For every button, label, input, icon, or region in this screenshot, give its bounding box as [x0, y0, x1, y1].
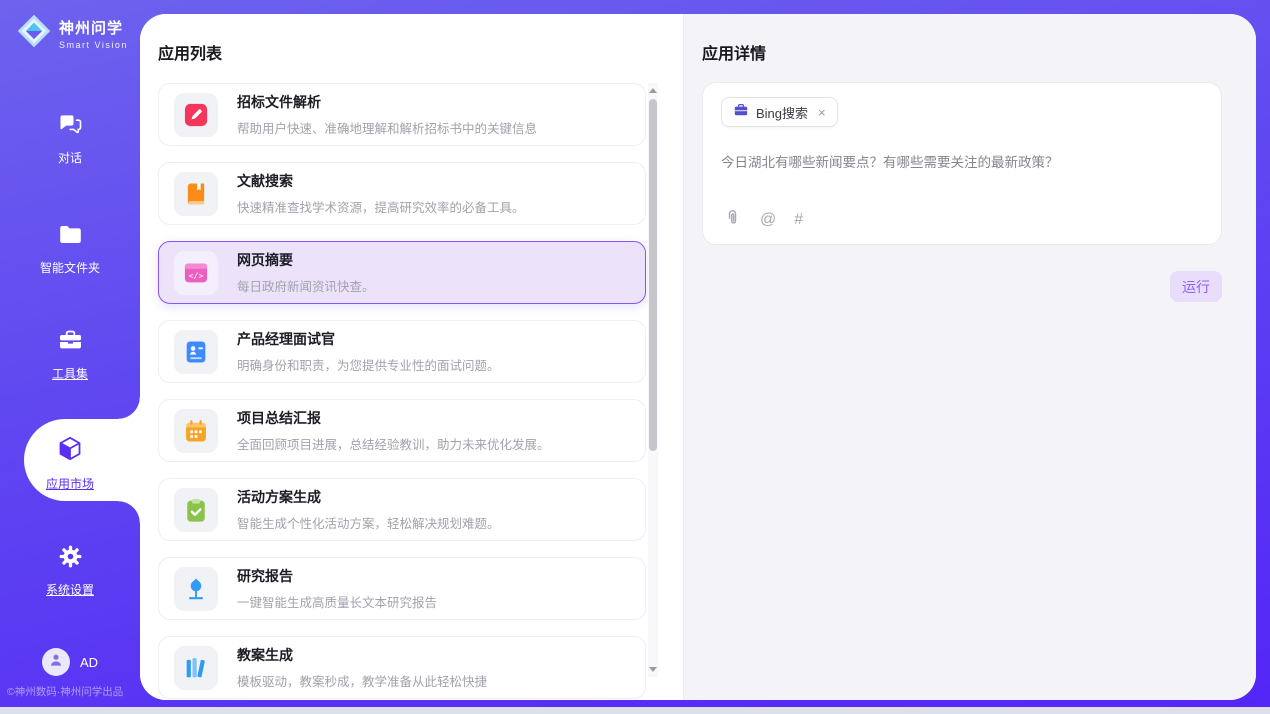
app-item-description: 全面回顾项目进展，总结经验教训，助力未来优化发展。 [237, 434, 550, 453]
prompt-card: Bing搜索 × 今日湖北有哪些新闻要点？有哪些需要关注的最新政策？ @ # [702, 82, 1222, 245]
app-list-item[interactable]: 项目总结汇报 全面回顾项目进展，总结经验教训，助力未来优化发展。 [158, 399, 646, 462]
cube-icon [55, 451, 85, 468]
user-account[interactable]: AD [0, 648, 140, 676]
sidebar-item-label: 对话 [0, 149, 140, 166]
app-list: 招标文件解析 帮助用户快速、准确地理解和解析招标书中的关键信息 文献搜索 [158, 83, 646, 700]
app-item-title: 网页摘要 [237, 250, 375, 270]
list-scrollbar[interactable] [648, 83, 658, 677]
app-item-title: 招标文件解析 [237, 92, 537, 112]
folder-icon [57, 235, 84, 252]
scroll-up-arrow-icon[interactable] [649, 88, 657, 93]
svg-text:</>: </> [189, 270, 204, 280]
toolbox-icon [57, 341, 84, 358]
app-list-item[interactable]: 研究报告 一键智能生成高质量长文本研究报告 [158, 557, 646, 620]
person-icon [48, 652, 64, 673]
copyright-footer: ©神州数码·神州问学出品 [0, 684, 150, 699]
sidebar-item-smart-folder[interactable]: 智能文件夹 [0, 221, 140, 276]
app-list-panel: 应用列表 招标文件解析 帮助用户快速、准确地理解和解析招标书中的关键信息 [140, 14, 683, 700]
brand-logo: 神州问学 Smart Vision [16, 13, 128, 54]
app-item-title: 活动方案生成 [237, 487, 500, 507]
book-icon [174, 172, 218, 216]
app-item-description: 明确身份和职责，为您提供专业性的面试问题。 [237, 355, 500, 374]
tool-tag-label: Bing搜索 [756, 103, 808, 122]
main-content: 应用列表 招标文件解析 帮助用户快速、准确地理解和解析招标书中的关键信息 [140, 14, 1256, 700]
app-item-title: 项目总结汇报 [237, 408, 550, 428]
clipboard-check-icon [174, 488, 218, 532]
app-list-item[interactable]: 活动方案生成 智能生成个性化活动方案，轻松解决规划难题。 [158, 478, 646, 541]
sidebar-item-toolset[interactable]: 工具集 [0, 327, 140, 382]
hash-icon[interactable]: # [794, 211, 803, 229]
sidebar: 神州问学 Smart Vision 对话 智能文件夹 [0, 0, 140, 707]
sidebar-item-system-settings[interactable]: 系统设置 [0, 543, 140, 598]
app-item-title: 研究报告 [237, 566, 437, 586]
gear-icon [57, 557, 84, 574]
app-item-description: 帮助用户快速、准确地理解和解析招标书中的关键信息 [237, 118, 537, 137]
run-button[interactable]: 运行 [1170, 271, 1222, 302]
chat-icon [57, 125, 84, 142]
sidebar-item-label: 应用市场 [0, 475, 140, 492]
ink-report-icon [174, 567, 218, 611]
app-item-description: 模板驱动，教案秒成，教学准备从此轻松快捷 [237, 671, 487, 690]
tool-tag-bing-search[interactable]: Bing搜索 × [721, 97, 838, 127]
app-item-title: 教案生成 [237, 645, 487, 665]
app-detail-panel: 应用详情 Bing搜索 × 今日湖北有哪些新闻要点？有哪些需要关注的最新政策？ [683, 14, 1256, 700]
app-list-item-selected[interactable]: </> 网页摘要 每日政府新闻资讯快查。 [158, 241, 646, 304]
attachment-icon[interactable] [723, 208, 742, 232]
sidebar-item-label: 智能文件夹 [0, 259, 140, 276]
sidebar-item-label: 工具集 [0, 365, 140, 382]
sidebar-item-app-market[interactable]: 应用市场 [0, 434, 140, 492]
app-list-item[interactable]: 产品经理面试官 明确身份和职责，为您提供专业性的面试问题。 [158, 320, 646, 383]
app-item-description: 智能生成个性化活动方案，轻松解决规划难题。 [237, 513, 500, 532]
scrollbar-thumb[interactable] [649, 99, 657, 451]
prompt-input[interactable]: 今日湖北有哪些新闻要点？有哪些需要关注的最新政策？ [721, 153, 1203, 173]
avatar [42, 648, 70, 676]
app-item-description: 快速精准查找学术资源，提高研究效率的必备工具。 [237, 197, 525, 216]
app-item-title: 产品经理面试官 [237, 329, 500, 349]
app-item-description: 一键智能生成高质量长文本研究报告 [237, 592, 437, 611]
sidebar-item-chat[interactable]: 对话 [0, 111, 140, 166]
resume-icon [174, 330, 218, 374]
app-item-description: 每日政府新闻资讯快查。 [237, 276, 375, 295]
brand-subtitle: Smart Vision [59, 40, 128, 50]
app-list-item[interactable]: 招标文件解析 帮助用户快速、准确地理解和解析招标书中的关键信息 [158, 83, 646, 146]
input-toolbar: @ # [723, 208, 803, 232]
calendar-icon [174, 409, 218, 453]
app-list-item[interactable]: 文献搜索 快速精准查找学术资源，提高研究效率的必备工具。 [158, 162, 646, 225]
brand-name: 神州问学 [59, 17, 128, 38]
sidebar-item-label: 系统设置 [0, 581, 140, 598]
books-icon [174, 646, 218, 690]
app-window-frame: 神州问学 Smart Vision 对话 智能文件夹 [0, 0, 1270, 707]
brand-diamond-icon [16, 13, 52, 54]
edit-square-icon [174, 93, 218, 137]
briefcase-icon [733, 102, 749, 123]
user-initials: AD [80, 655, 98, 670]
app-list-title: 应用列表 [158, 40, 222, 64]
app-list-item[interactable]: 教案生成 模板驱动，教案秒成，教学准备从此轻松快捷 [158, 636, 646, 699]
mention-icon[interactable]: @ [760, 211, 776, 229]
app-detail-title: 应用详情 [702, 40, 766, 64]
close-icon[interactable]: × [818, 105, 826, 120]
browser-code-icon: </> [174, 251, 218, 295]
app-item-title: 文献搜索 [237, 171, 525, 191]
scroll-down-arrow-icon[interactable] [649, 667, 657, 672]
